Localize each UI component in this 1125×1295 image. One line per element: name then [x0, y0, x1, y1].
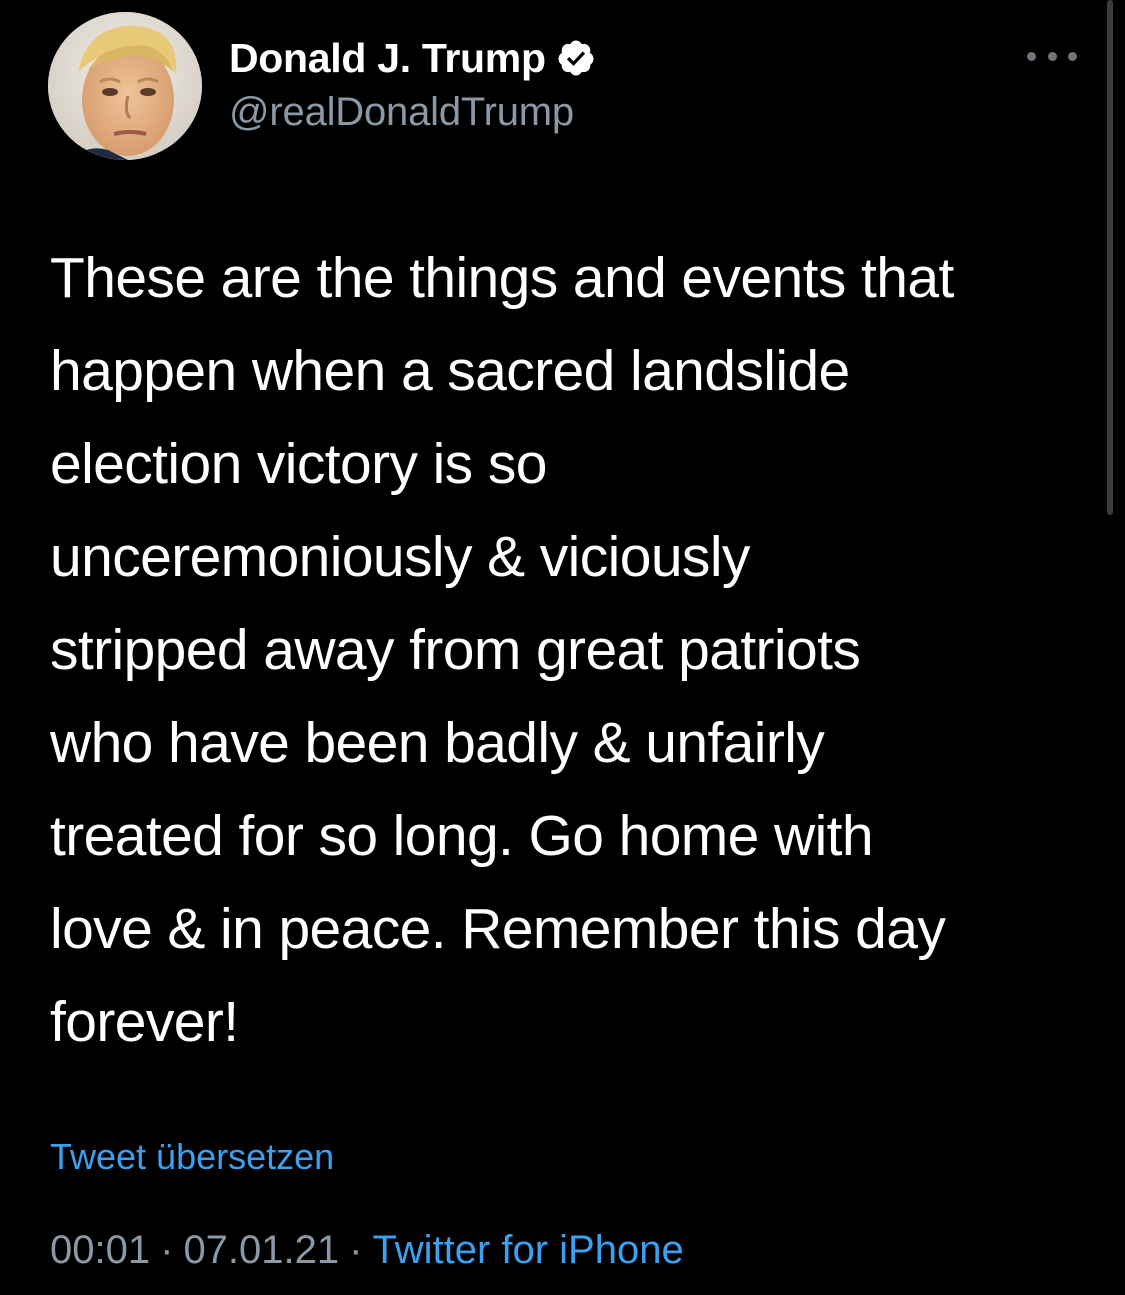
- more-options-icon[interactable]: [1027, 44, 1077, 68]
- more-dot: [1027, 51, 1036, 61]
- translate-tweet-link[interactable]: Tweet übersetzen: [50, 1135, 334, 1179]
- tweet-text: These are the things and events that hap…: [50, 246, 954, 1054]
- meta-separator: ·: [160, 1228, 174, 1272]
- tweet-detail: Donald J. Trump @realDonaldTrump These a…: [0, 0, 1125, 1295]
- tweet-date[interactable]: 07.01.21: [183, 1225, 339, 1275]
- more-dot: [1068, 51, 1077, 61]
- author-name-row[interactable]: Donald J. Trump: [229, 34, 596, 82]
- verified-badge-icon: [556, 38, 596, 78]
- avatar[interactable]: [48, 12, 202, 160]
- tweet-meta: 00:01 · 07.01.21 · Twitter for iPhone: [50, 1225, 684, 1275]
- more-dot: [1047, 51, 1057, 61]
- tweet-time[interactable]: 00:01: [50, 1225, 150, 1275]
- tweet-source-link[interactable]: Twitter for iPhone: [372, 1225, 683, 1275]
- scrollbar[interactable]: [1107, 0, 1113, 515]
- avatar-image: [48, 12, 202, 160]
- author-display-name[interactable]: Donald J. Trump: [229, 34, 546, 82]
- author-handle[interactable]: @realDonaldTrump: [229, 88, 574, 136]
- meta-separator: ·: [349, 1228, 363, 1272]
